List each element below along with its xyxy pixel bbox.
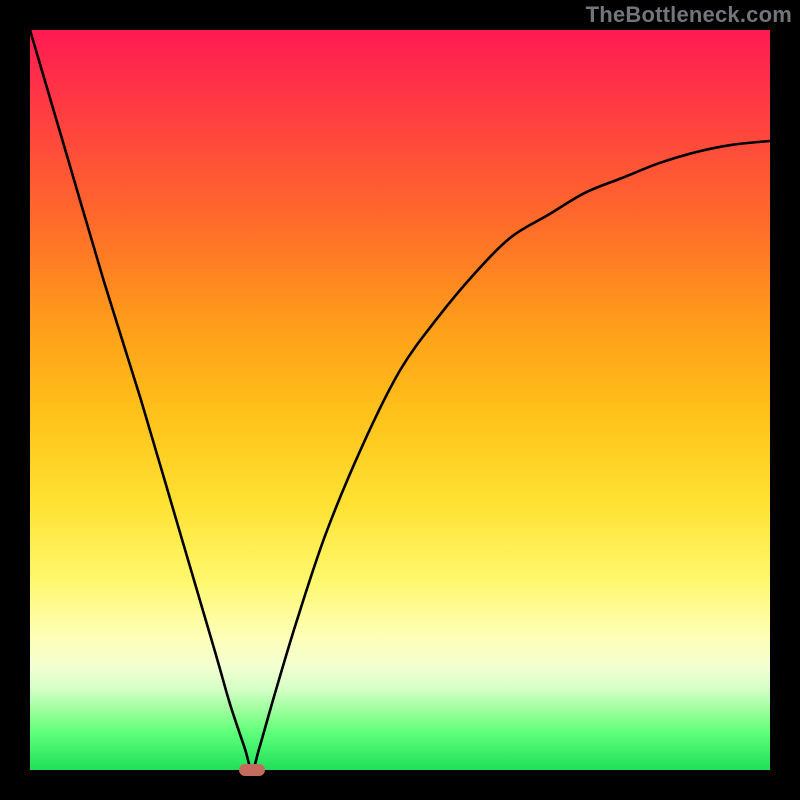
watermark-text: TheBottleneck.com [586, 2, 792, 28]
chart-frame: TheBottleneck.com [0, 0, 800, 800]
optimal-point-marker [239, 764, 265, 776]
bottleneck-curve [30, 30, 770, 770]
plot-area [30, 30, 770, 770]
